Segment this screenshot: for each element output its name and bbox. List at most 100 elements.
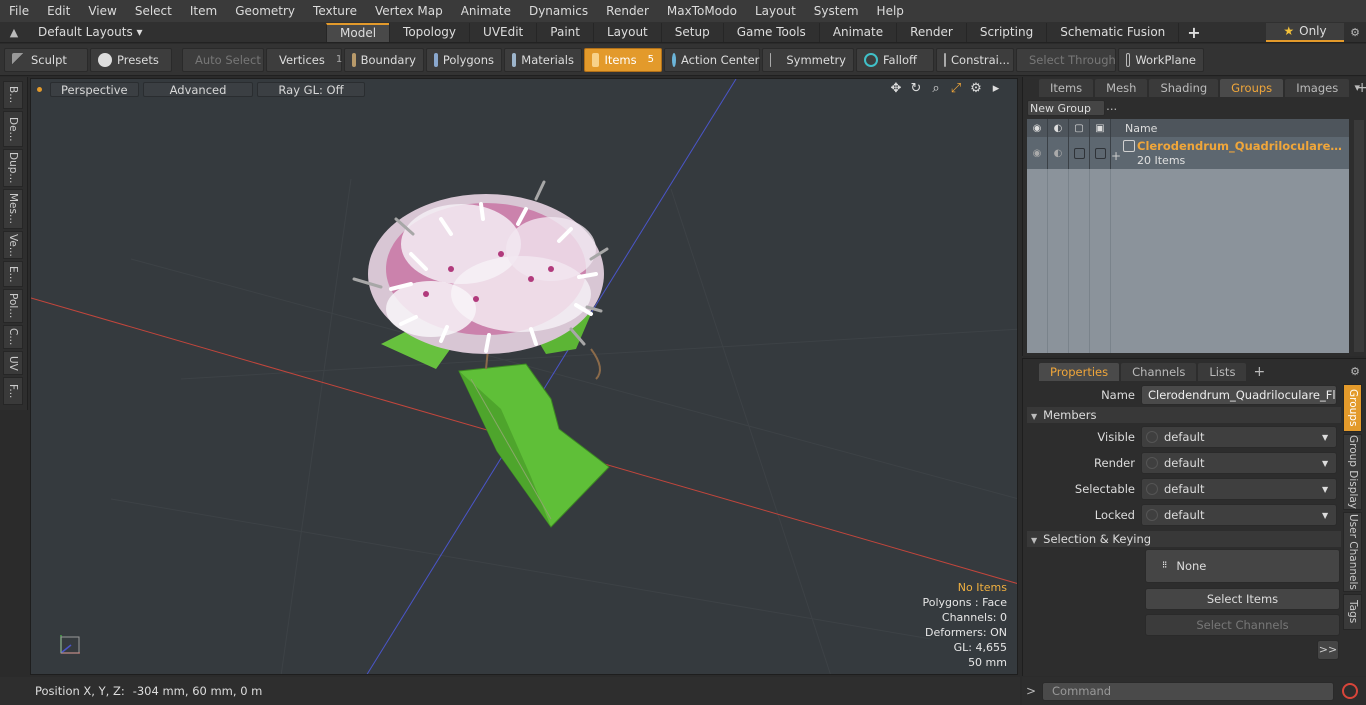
keying-none-button[interactable]: ⁝⁝ None	[1145, 549, 1340, 583]
tab-items[interactable]: Items	[1039, 78, 1094, 97]
maximize-view-icon[interactable]: ⤢	[949, 81, 963, 96]
left-tab-deform[interactable]: De...	[3, 111, 23, 147]
menu-select[interactable]: Select	[126, 0, 181, 22]
side-tab-group-display[interactable]: Group Display	[1343, 434, 1362, 510]
action-center-button[interactable]: Action Center	[664, 47, 760, 72]
group-lock-checkbox[interactable]	[1090, 137, 1111, 169]
zoom-view-icon[interactable]: ⌕	[929, 81, 943, 96]
select-column-icon[interactable]: ▢	[1069, 119, 1090, 137]
tab-shading[interactable]: Shading	[1149, 78, 1219, 97]
tab-topology[interactable]: Topology	[389, 22, 469, 42]
new-group-button[interactable]: New Group	[1027, 100, 1105, 116]
side-tab-user-channels[interactable]: User Channels	[1343, 512, 1362, 592]
presets-button[interactable]: Presets	[90, 47, 172, 72]
left-tab-curve[interactable]: C...	[3, 325, 23, 349]
sculpt-button[interactable]: Sculpt	[4, 47, 88, 72]
group-render-icon[interactable]: ◐	[1048, 137, 1069, 169]
tab-scripting[interactable]: Scripting	[965, 22, 1046, 42]
select-channels-button[interactable]: Select Channels	[1145, 614, 1340, 636]
selectable-select[interactable]: default ▼	[1141, 478, 1337, 500]
properties-options-icon[interactable]: ⚙	[1350, 365, 1360, 378]
tab-images[interactable]: Images	[1285, 78, 1350, 97]
locked-select[interactable]: default ▼	[1141, 504, 1337, 526]
groups-scrollbar[interactable]	[1354, 120, 1364, 352]
menu-geometry[interactable]: Geometry	[226, 0, 304, 22]
viewport-gear-icon[interactable]: ⚙	[969, 81, 983, 96]
constraints-button[interactable]: Constrai...	[936, 47, 1014, 72]
menu-maxtomodo[interactable]: MaxToModo	[658, 0, 746, 22]
menu-texture[interactable]: Texture	[304, 0, 366, 22]
falloff-button[interactable]: Falloff	[856, 47, 934, 72]
side-tab-tags[interactable]: Tags	[1343, 594, 1362, 630]
vertices-button[interactable]: Vertices 1	[266, 47, 342, 72]
expand-group-icon[interactable]: +	[1111, 149, 1121, 163]
lock-column-icon[interactable]: ▣	[1090, 119, 1111, 137]
tab-render[interactable]: Render	[896, 22, 966, 42]
auto-select-button[interactable]: Auto Select	[182, 47, 264, 72]
layouts-dropdown[interactable]: Default Layouts ▾	[28, 25, 326, 39]
menu-layout[interactable]: Layout	[746, 0, 805, 22]
tab-paint[interactable]: Paint	[536, 22, 593, 42]
tab-setup[interactable]: Setup	[660, 22, 723, 42]
render-select[interactable]: default ▼	[1141, 452, 1337, 474]
menu-view[interactable]: View	[79, 0, 125, 22]
command-input[interactable]: Command	[1042, 681, 1334, 701]
side-tab-groups[interactable]: Groups	[1343, 384, 1362, 432]
tab-lists[interactable]: Lists	[1198, 362, 1247, 381]
left-tab-uv[interactable]: UV	[3, 351, 23, 375]
menu-help[interactable]: Help	[868, 0, 913, 22]
menu-system[interactable]: System	[805, 0, 868, 22]
name-field[interactable]: Clerodendrum_Quadriloculare_Flower	[1141, 385, 1337, 405]
menu-file[interactable]: File	[0, 0, 38, 22]
left-tab-mesh[interactable]: Mes...	[3, 189, 23, 229]
symmetry-button[interactable]: Symmetry	[762, 47, 854, 72]
left-tab-basic[interactable]: B...	[3, 81, 23, 109]
perspective-button[interactable]: Perspective	[50, 81, 139, 97]
menu-vertex-map[interactable]: Vertex Map	[366, 0, 452, 22]
panel-options-icon[interactable]: ▾	[1354, 81, 1360, 94]
menu-item[interactable]: Item	[181, 0, 226, 22]
3d-viewport[interactable]: Perspective Advanced Ray GL: Off ✥ ↻ ⌕ ⤢…	[30, 78, 1018, 675]
tab-model[interactable]: Model	[326, 22, 390, 42]
select-items-button[interactable]: Select Items	[1145, 588, 1340, 610]
tab-layout[interactable]: Layout	[592, 22, 661, 42]
group-row[interactable]: ◉ ◐ + Clerodendrum_Quadriloculare_F... 2…	[1027, 137, 1349, 169]
menu-edit[interactable]: Edit	[38, 0, 79, 22]
boundary-button[interactable]: Boundary	[344, 47, 424, 72]
add-properties-tab-button[interactable]: +	[1248, 363, 1270, 381]
tab-uvedit[interactable]: UVEdit	[469, 22, 536, 42]
layout-home-icon[interactable]: ▲	[0, 26, 28, 39]
left-tab-polygon[interactable]: Pol...	[3, 289, 23, 323]
tab-game-tools[interactable]: Game Tools	[722, 22, 819, 42]
tab-schematic-fusion[interactable]: Schematic Fusion	[1046, 22, 1178, 42]
menu-animate[interactable]: Animate	[452, 0, 520, 22]
workplane-button[interactable]: WorkPlane	[1118, 47, 1204, 72]
materials-button[interactable]: Materials	[504, 47, 582, 72]
raygl-button[interactable]: Ray GL: Off	[257, 81, 365, 97]
advanced-button[interactable]: Advanced	[142, 81, 254, 97]
name-column-header[interactable]: Name	[1111, 122, 1157, 135]
select-through-button[interactable]: Select Through	[1016, 47, 1116, 72]
viewport-menu-arrow-icon[interactable]: ▸	[989, 81, 1003, 96]
group-visible-eye-icon[interactable]: ◉	[1027, 137, 1048, 169]
tab-channels[interactable]: Channels	[1121, 362, 1197, 381]
left-tab-duplicate[interactable]: Dup...	[3, 149, 23, 187]
tab-properties[interactable]: Properties	[1039, 362, 1120, 381]
only-toggle[interactable]: ★ Only	[1266, 22, 1344, 42]
group-select-checkbox[interactable]	[1069, 137, 1090, 169]
render-column-icon[interactable]: ◐	[1048, 119, 1069, 137]
tab-animate[interactable]: Animate	[818, 22, 896, 42]
menu-dynamics[interactable]: Dynamics	[520, 0, 597, 22]
visible-select[interactable]: default ▼	[1141, 426, 1337, 448]
tab-mesh[interactable]: Mesh ...	[1095, 78, 1148, 113]
left-tab-fusion[interactable]: F...	[3, 377, 23, 405]
items-button[interactable]: Items 5	[584, 47, 662, 72]
more-button[interactable]: >>	[1317, 640, 1339, 660]
gear-icon[interactable]: ⚙	[1344, 26, 1366, 39]
left-tab-vertex[interactable]: Ve...	[3, 231, 23, 259]
add-tab-button[interactable]: +	[1178, 22, 1208, 42]
rotate-view-icon[interactable]: ↻	[909, 81, 923, 96]
polygons-button[interactable]: Polygons	[426, 47, 502, 72]
record-macro-icon[interactable]	[1342, 683, 1358, 699]
move-view-icon[interactable]: ✥	[889, 81, 903, 96]
